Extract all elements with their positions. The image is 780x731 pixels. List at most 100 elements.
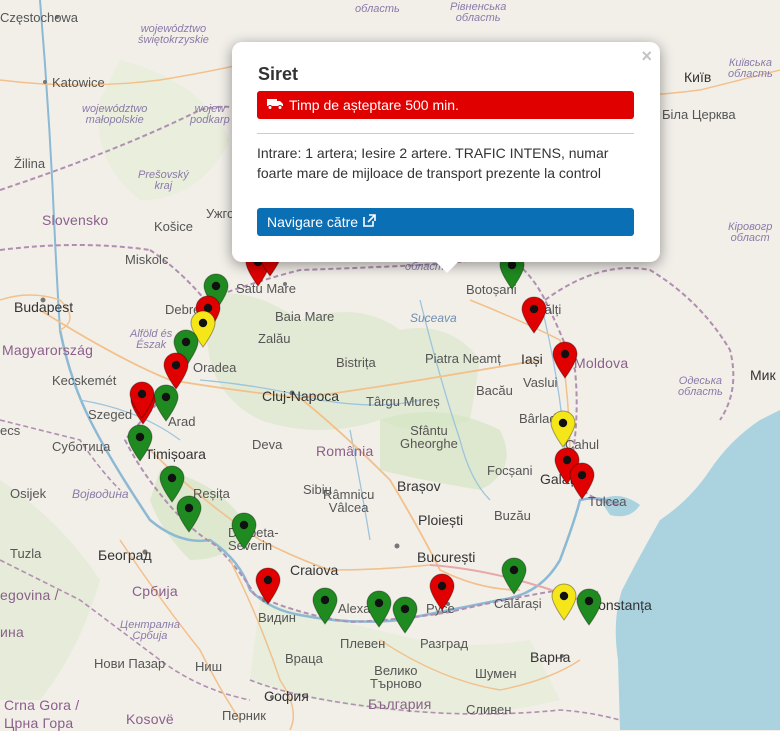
- city-label-szeged: Szeged: [88, 407, 133, 422]
- close-icon[interactable]: ×: [641, 46, 652, 67]
- region-label-rivne: Рівненська область: [450, 2, 506, 24]
- city-label-ploiesti: Ploiești: [418, 512, 464, 528]
- popup-tip: [436, 262, 458, 273]
- region-label-line: świętokrzyskie: [138, 34, 209, 46]
- crossing-marker-red[interactable]: [569, 462, 595, 500]
- region-label-odesa: Одеська область: [678, 376, 723, 398]
- region-label-line: podkarp: [190, 114, 230, 126]
- region-label-alfold: Alföld és Észak: [130, 329, 172, 351]
- country-label-crna-gora: Crna Gora /: [4, 697, 80, 713]
- city-label-iasi: Iași: [521, 351, 543, 367]
- city-label-budapest: Budapest: [14, 299, 74, 315]
- crossing-marker-green[interactable]: [127, 424, 153, 462]
- country-label-srbija: Србија: [132, 583, 178, 599]
- city-label-line: Търново: [370, 676, 422, 691]
- city-label-ramnicu-valcea: Râmnicu Vâlcea: [323, 488, 374, 514]
- city-label-osijek: Osijek: [10, 486, 47, 501]
- external-link-icon: [363, 214, 376, 230]
- city-label-sofia: София: [264, 688, 309, 704]
- region-label-oblast-top: область: [355, 3, 400, 15]
- country-label-bulgaria: България: [368, 696, 432, 712]
- country-label-romania: România: [316, 443, 374, 459]
- city-label-vratsa: Враца: [285, 651, 323, 666]
- country-label-magyarorszag: Magyarország: [2, 342, 94, 358]
- city-label-targu-mures: Târgu Mureș: [366, 394, 440, 409]
- region-label-line: област: [730, 232, 770, 244]
- crossing-marker-green[interactable]: [392, 596, 418, 634]
- wait-time-badge: Timp de așteptare 500 min.: [257, 91, 634, 119]
- country-label-bih-2: ина: [0, 624, 24, 640]
- region-label-line: область: [678, 386, 723, 398]
- region-label-malopolskie: województwo małopolskie: [82, 104, 147, 126]
- city-label-vidin: Видин: [258, 610, 296, 625]
- popup-description: Intrare: 1 artera; Iesire 2 artere. TRAF…: [257, 145, 609, 181]
- country-label-bih: egovina /: [0, 587, 59, 603]
- city-label-shumen: Шумен: [475, 666, 517, 681]
- crossing-marker-red[interactable]: [429, 573, 455, 611]
- crossing-marker-green[interactable]: [366, 590, 392, 628]
- crossing-marker-yellow[interactable]: [551, 583, 577, 621]
- crossing-marker-green[interactable]: [231, 512, 257, 550]
- crossing-marker-green[interactable]: [576, 588, 602, 626]
- crossing-marker-red[interactable]: [255, 567, 281, 605]
- city-label-uzhgorod: Ужго: [206, 206, 235, 221]
- truck-icon: [267, 97, 283, 113]
- crossing-marker-green[interactable]: [176, 495, 202, 533]
- crossing-marker-yellow[interactable]: [550, 410, 576, 448]
- region-label-line: małopolskie: [85, 114, 144, 126]
- country-label-kosove: Kosovë: [126, 711, 174, 727]
- city-label-bila-tserkva: Біла Церква: [662, 107, 736, 122]
- city-label-razgrad: Разград: [420, 636, 469, 651]
- city-label-veliko-tarnovo: Велико Търново: [370, 664, 422, 690]
- crossing-marker-green[interactable]: [153, 384, 179, 422]
- city-label-craiova: Craiova: [290, 562, 339, 578]
- city-label-katowice: Katowice: [52, 75, 105, 90]
- city-label-buzau: Buzău: [494, 508, 531, 523]
- crossing-marker-green[interactable]: [312, 587, 338, 625]
- country-label-slovensko: Slovensko: [42, 212, 109, 228]
- city-label-line: Gheorghe: [400, 436, 458, 451]
- navigate-label: Navigare către: [267, 214, 359, 230]
- region-label-line: Србија: [132, 630, 168, 642]
- crossing-popup: × Siret Timp de așteptare 500 min. Intra…: [232, 42, 660, 262]
- city-label-pernik: Перник: [222, 708, 266, 723]
- city-label-beograd: Београд: [98, 547, 152, 563]
- city-label-kecskemet: Kecskemét: [52, 373, 117, 388]
- city-label-zilina: Žilina: [14, 156, 46, 171]
- navigate-button[interactable]: Navigare către: [257, 208, 634, 236]
- country-label-crna-gora-2: Црна Гора: [4, 715, 74, 731]
- city-label-pleven: Плевен: [340, 636, 386, 651]
- popup-title: Siret: [258, 64, 299, 84]
- wait-time-label: Timp de așteptare 500 min.: [289, 97, 459, 113]
- city-label-subotica: Суботица: [52, 439, 111, 454]
- country-label-moldova: Moldova: [574, 355, 629, 371]
- city-label-zalau: Zalău: [258, 331, 291, 346]
- crossing-marker-red[interactable]: [129, 381, 155, 419]
- city-label-bistrita: Bistrița: [336, 355, 376, 370]
- city-label-baia-mare: Baia Mare: [275, 309, 335, 324]
- city-label-varna: Варна: [530, 649, 571, 665]
- city-label-calarasi: Călărași: [494, 596, 542, 611]
- region-label-line: область: [728, 68, 773, 80]
- city-label-ecs: ecs: [0, 423, 21, 438]
- city-label-bucuresti: București: [417, 549, 476, 565]
- city-label-bacau: Bacău: [476, 383, 513, 398]
- region-label-line: Észak: [136, 339, 167, 351]
- city-label-novi-pazar: Нови Пазар: [94, 656, 166, 671]
- city-label-oradea: Oradea: [193, 360, 237, 375]
- region-label-kirovohrad: Кіровогр област: [728, 222, 772, 244]
- city-label-line: Vâlcea: [328, 500, 369, 515]
- region-label-kyiv: Київська область: [728, 58, 773, 80]
- region-label-swietokrzyskie: województwo świętokrzyskie: [138, 24, 209, 46]
- city-label-czestochowa: Częstochowa: [0, 10, 79, 25]
- region-label-line: область: [455, 12, 501, 24]
- crossing-marker-red[interactable]: [521, 296, 547, 334]
- city-label-kosice: Košice: [154, 219, 194, 234]
- city-label-tuzla: Tuzla: [10, 546, 42, 561]
- crossing-marker-green[interactable]: [501, 557, 527, 595]
- city-label-piatra-neamt: Piatra Neamț: [425, 351, 501, 366]
- crossing-marker-red[interactable]: [552, 341, 578, 379]
- city-label-sliven: Сливен: [466, 702, 512, 717]
- region-label-suceava: Suceava: [410, 311, 457, 325]
- city-label-deva: Deva: [252, 437, 283, 452]
